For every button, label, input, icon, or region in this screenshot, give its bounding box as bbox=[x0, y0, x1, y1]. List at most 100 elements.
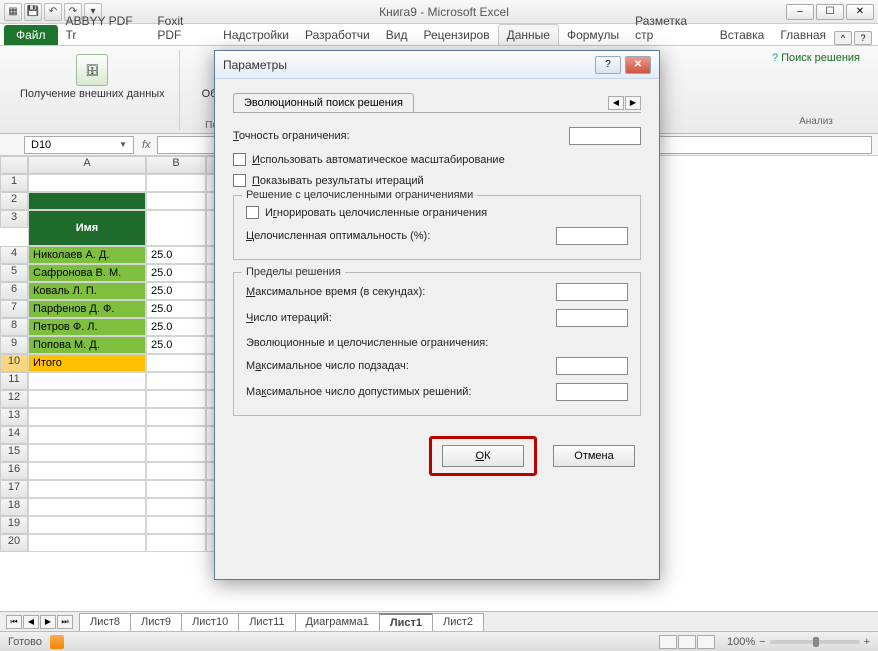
cell-B7[interactable]: 25.0 bbox=[146, 300, 206, 318]
show-iterations-checkbox[interactable] bbox=[233, 174, 246, 187]
row-header-13[interactable]: 13 bbox=[0, 408, 28, 426]
max-time-input[interactable] bbox=[556, 283, 628, 301]
cell-B12[interactable] bbox=[146, 390, 206, 408]
zoom-out-button[interactable]: − bbox=[759, 636, 765, 648]
dialog-help-button[interactable]: ? bbox=[595, 56, 621, 74]
ribbon-minimize-icon[interactable]: ^ bbox=[834, 31, 852, 45]
cell-A9[interactable]: Попова М. Д. bbox=[28, 336, 146, 354]
cell-B11[interactable] bbox=[146, 372, 206, 390]
ribbon-tab-вставка[interactable]: Вставка bbox=[712, 25, 773, 45]
sheet-tab-лист1[interactable]: Лист1 bbox=[379, 613, 433, 631]
dialog-titlebar[interactable]: Параметры ? ✕ bbox=[215, 51, 659, 79]
ribbon-tab-вид[interactable]: Вид bbox=[378, 25, 416, 45]
sheet-nav-last[interactable]: ⏭ bbox=[57, 615, 73, 629]
cell-B18[interactable] bbox=[146, 498, 206, 516]
cell-A20[interactable] bbox=[28, 534, 146, 552]
row-header-16[interactable]: 16 bbox=[0, 462, 28, 480]
view-layout-button[interactable] bbox=[678, 635, 696, 649]
cell-B4[interactable]: 25.0 bbox=[146, 246, 206, 264]
row-header-8[interactable]: 8 bbox=[0, 318, 28, 336]
cell-B5[interactable]: 25.0 bbox=[146, 264, 206, 282]
cell-B8[interactable]: 25.0 bbox=[146, 318, 206, 336]
zoom-slider[interactable] bbox=[770, 640, 860, 644]
cell-A3[interactable]: Имя bbox=[28, 210, 146, 246]
row-header-6[interactable]: 6 bbox=[0, 282, 28, 300]
fx-icon[interactable]: fx bbox=[142, 139, 151, 151]
sheet-nav-prev[interactable]: ◀ bbox=[23, 615, 39, 629]
row-header-10[interactable]: 10 bbox=[0, 354, 28, 372]
ribbon-tab-данные[interactable]: Данные bbox=[498, 24, 559, 45]
cell-A12[interactable] bbox=[28, 390, 146, 408]
row-header-7[interactable]: 7 bbox=[0, 300, 28, 318]
cell-B17[interactable] bbox=[146, 480, 206, 498]
ok-button[interactable]: ОК bbox=[442, 445, 524, 467]
sheet-tab-лист10[interactable]: Лист10 bbox=[181, 613, 239, 631]
row-header-12[interactable]: 12 bbox=[0, 390, 28, 408]
row-header-2[interactable]: 2 bbox=[0, 192, 28, 210]
sheet-tab-лист8[interactable]: Лист8 bbox=[79, 613, 131, 631]
dialog-close-button[interactable]: ✕ bbox=[625, 56, 651, 74]
column-header-B[interactable]: B bbox=[146, 156, 206, 174]
ribbon-tab-рецензиров[interactable]: Рецензиров bbox=[415, 25, 497, 45]
sheet-tab-лист2[interactable]: Лист2 bbox=[432, 613, 484, 631]
cell-B9[interactable]: 25.0 bbox=[146, 336, 206, 354]
cell-B1[interactable] bbox=[146, 174, 206, 192]
row-header-4[interactable]: 4 bbox=[0, 246, 28, 264]
get-external-data-button[interactable]: 🗄 Получение внешних данных bbox=[14, 50, 171, 105]
iterations-input[interactable] bbox=[556, 309, 628, 327]
name-box[interactable]: D10 ▼ bbox=[24, 136, 134, 154]
cell-A19[interactable] bbox=[28, 516, 146, 534]
file-tab[interactable]: Файл bbox=[4, 25, 58, 45]
tab-evolutionary[interactable]: Эволюционный поиск решения bbox=[233, 93, 414, 112]
cell-A4[interactable]: Николаев А. Д. bbox=[28, 246, 146, 264]
zoom-in-button[interactable]: + bbox=[864, 636, 870, 648]
sheet-tab-лист11[interactable]: Лист11 bbox=[238, 613, 295, 631]
row-header-19[interactable]: 19 bbox=[0, 516, 28, 534]
column-header-A[interactable]: A bbox=[28, 156, 146, 174]
cell-B6[interactable]: 25.0 bbox=[146, 282, 206, 300]
ribbon-tab-foxit-pdf[interactable]: Foxit PDF bbox=[149, 11, 215, 45]
ribbon-tab-разработчи[interactable]: Разработчи bbox=[297, 25, 378, 45]
excel-icon[interactable]: ▦ bbox=[4, 3, 22, 21]
cell-A8[interactable]: Петров Ф. Л. bbox=[28, 318, 146, 336]
cell-A2[interactable] bbox=[28, 192, 146, 210]
row-header-18[interactable]: 18 bbox=[0, 498, 28, 516]
cell-A13[interactable] bbox=[28, 408, 146, 426]
cell-B2[interactable] bbox=[146, 192, 206, 210]
row-header-17[interactable]: 17 bbox=[0, 480, 28, 498]
cell-A10[interactable]: Итого bbox=[28, 354, 146, 372]
sheet-tab-лист9[interactable]: Лист9 bbox=[130, 613, 182, 631]
ribbon-tab-главная[interactable]: Главная bbox=[772, 25, 834, 45]
select-all-corner[interactable] bbox=[0, 156, 28, 174]
dropdown-icon[interactable]: ▼ bbox=[119, 140, 127, 149]
ribbon-tab-abbyy-pdf-tr[interactable]: ABBYY PDF Tr bbox=[58, 11, 150, 45]
cell-A16[interactable] bbox=[28, 462, 146, 480]
cell-A7[interactable]: Парфенов Д. Ф. bbox=[28, 300, 146, 318]
ribbon-tab-формулы[interactable]: Формулы bbox=[559, 25, 627, 45]
cell-A18[interactable] bbox=[28, 498, 146, 516]
close-button[interactable]: ✕ bbox=[846, 4, 874, 20]
cell-B3[interactable] bbox=[146, 210, 206, 246]
minimize-button[interactable]: – bbox=[786, 4, 814, 20]
row-header-15[interactable]: 15 bbox=[0, 444, 28, 462]
help-icon[interactable]: ? bbox=[854, 31, 872, 45]
cell-B16[interactable] bbox=[146, 462, 206, 480]
cancel-button[interactable]: Отмена bbox=[553, 445, 635, 467]
tab-scroll-left[interactable]: ◀ bbox=[608, 96, 624, 110]
precision-input[interactable] bbox=[569, 127, 641, 145]
ribbon-tab-разметка-стр[interactable]: Разметка стр bbox=[627, 11, 712, 45]
cell-A5[interactable]: Сафронова В. М. bbox=[28, 264, 146, 282]
view-normal-button[interactable] bbox=[659, 635, 677, 649]
maximize-button[interactable]: ☐ bbox=[816, 4, 844, 20]
sheet-nav-first[interactable]: ⏮ bbox=[6, 615, 22, 629]
max-feasible-input[interactable] bbox=[556, 383, 628, 401]
tab-scroll-right[interactable]: ▶ bbox=[625, 96, 641, 110]
ignore-integer-checkbox[interactable] bbox=[246, 206, 259, 219]
auto-scale-checkbox[interactable] bbox=[233, 153, 246, 166]
row-header-3[interactable]: 3 bbox=[0, 210, 28, 228]
row-header-14[interactable]: 14 bbox=[0, 426, 28, 444]
cell-A1[interactable] bbox=[28, 174, 146, 192]
macro-record-icon[interactable] bbox=[50, 635, 64, 649]
sheet-nav-next[interactable]: ▶ bbox=[40, 615, 56, 629]
view-pagebreak-button[interactable] bbox=[697, 635, 715, 649]
